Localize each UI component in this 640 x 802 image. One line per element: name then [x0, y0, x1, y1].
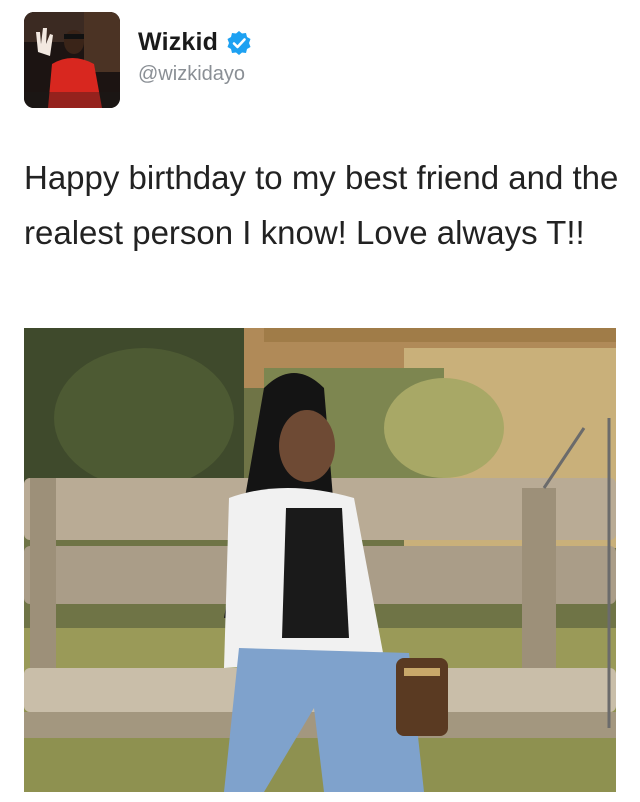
user-names: Wizkid @wizkidayo	[138, 28, 252, 86]
tweet-text: Happy birthday to my best friend and the…	[24, 159, 619, 251]
user-handle[interactable]: @wizkidayo	[138, 63, 252, 86]
verified-check-icon	[226, 30, 252, 56]
avatar[interactable]	[24, 12, 120, 108]
photo-woman-on-wooden-swing	[24, 328, 616, 792]
display-name-row: Wizkid	[138, 28, 252, 57]
display-name[interactable]: Wizkid	[138, 28, 218, 57]
tweet-photo[interactable]	[24, 328, 616, 792]
tweet-header: Wizkid @wizkidayo	[24, 12, 252, 108]
avatar-image	[24, 12, 120, 108]
